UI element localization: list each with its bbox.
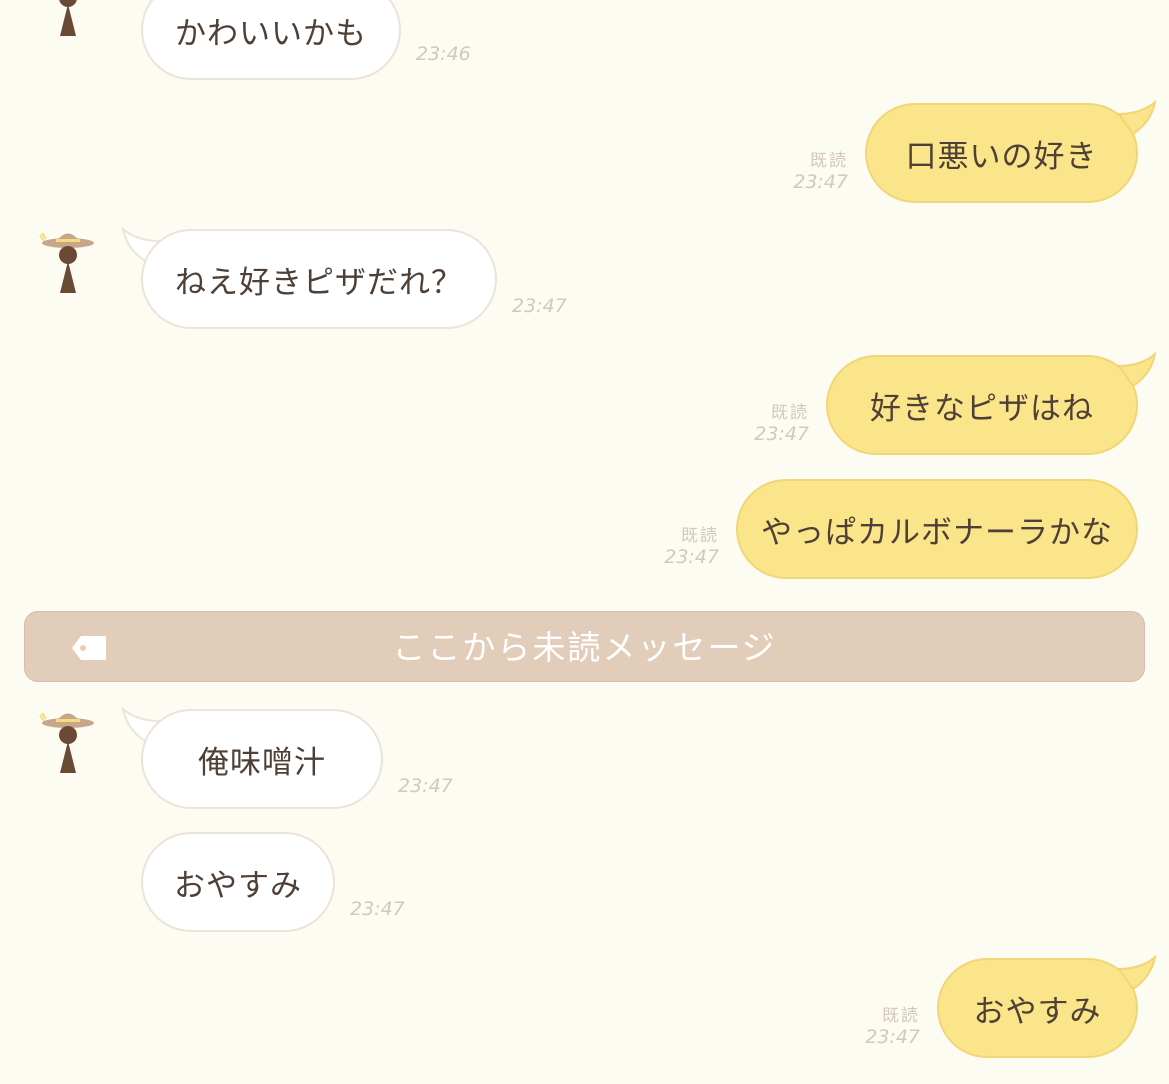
message-bubble-outgoing[interactable]: おやすみ [937,958,1138,1058]
message-time: 23:47 [398,775,453,797]
message-time: 23:47 [664,546,719,568]
message-time: 23:47 [793,171,848,193]
girl-with-straw-hat-avatar-icon [39,232,94,293]
message-bubble-incoming[interactable]: ねえ好きピザだれ？ [141,229,497,329]
read-receipt: 既読 [882,1006,920,1026]
message-bubble-outgoing[interactable]: やっぱカルボナーラかな [736,479,1138,579]
read-receipt: 既読 [771,403,809,423]
message-bubble-outgoing[interactable]: 口悪いの好き [865,103,1138,203]
message-time: 23:47 [512,295,567,317]
bubble-tail [1117,352,1157,388]
message-time: 23:47 [754,423,809,445]
girl-with-straw-hat-avatar-icon [59,0,77,36]
message-meta: 既読 23:47 [865,1001,920,1048]
read-receipt: 既読 [681,526,719,546]
message-time: 23:46 [416,43,471,65]
avatar[interactable] [38,705,98,775]
bubble-tail [1117,100,1157,136]
bubble-tail [1117,955,1157,991]
message-text: ねえ好きピザだれ？ [175,264,463,301]
read-receipt: 既読 [810,151,848,171]
message-bubble-incoming[interactable]: おやすみ [141,832,335,932]
message-text: 好きなピザはね [870,390,1094,427]
message-time: 23:47 [350,898,405,920]
message-bubble-incoming[interactable]: 俺味噌汁 [141,709,383,809]
avatar[interactable] [38,0,98,38]
message-meta: 既読 23:47 [664,521,719,568]
message-time: 23:47 [865,1026,920,1048]
message-bubble-incoming[interactable]: かわいいかも [141,0,401,80]
avatar[interactable] [38,225,98,295]
message-text: おやすみ [174,867,302,904]
message-meta: 既読 23:47 [754,398,809,445]
message-text: おやすみ [973,993,1102,1030]
unread-divider: ここから未読メッセージ [24,611,1145,682]
message-bubble-outgoing[interactable]: 好きなピザはね [826,355,1138,455]
message-meta: 既読 23:47 [793,146,848,193]
message-text: 俺味噌汁 [198,744,326,781]
girl-with-straw-hat-avatar-icon [39,712,94,773]
unread-divider-label: ここから未読メッセージ [392,628,777,667]
message-text: 口悪いの好き [905,138,1098,175]
message-text: やっぱカルボナーラかな [761,514,1113,551]
message-text: かわいいかも [175,15,367,52]
